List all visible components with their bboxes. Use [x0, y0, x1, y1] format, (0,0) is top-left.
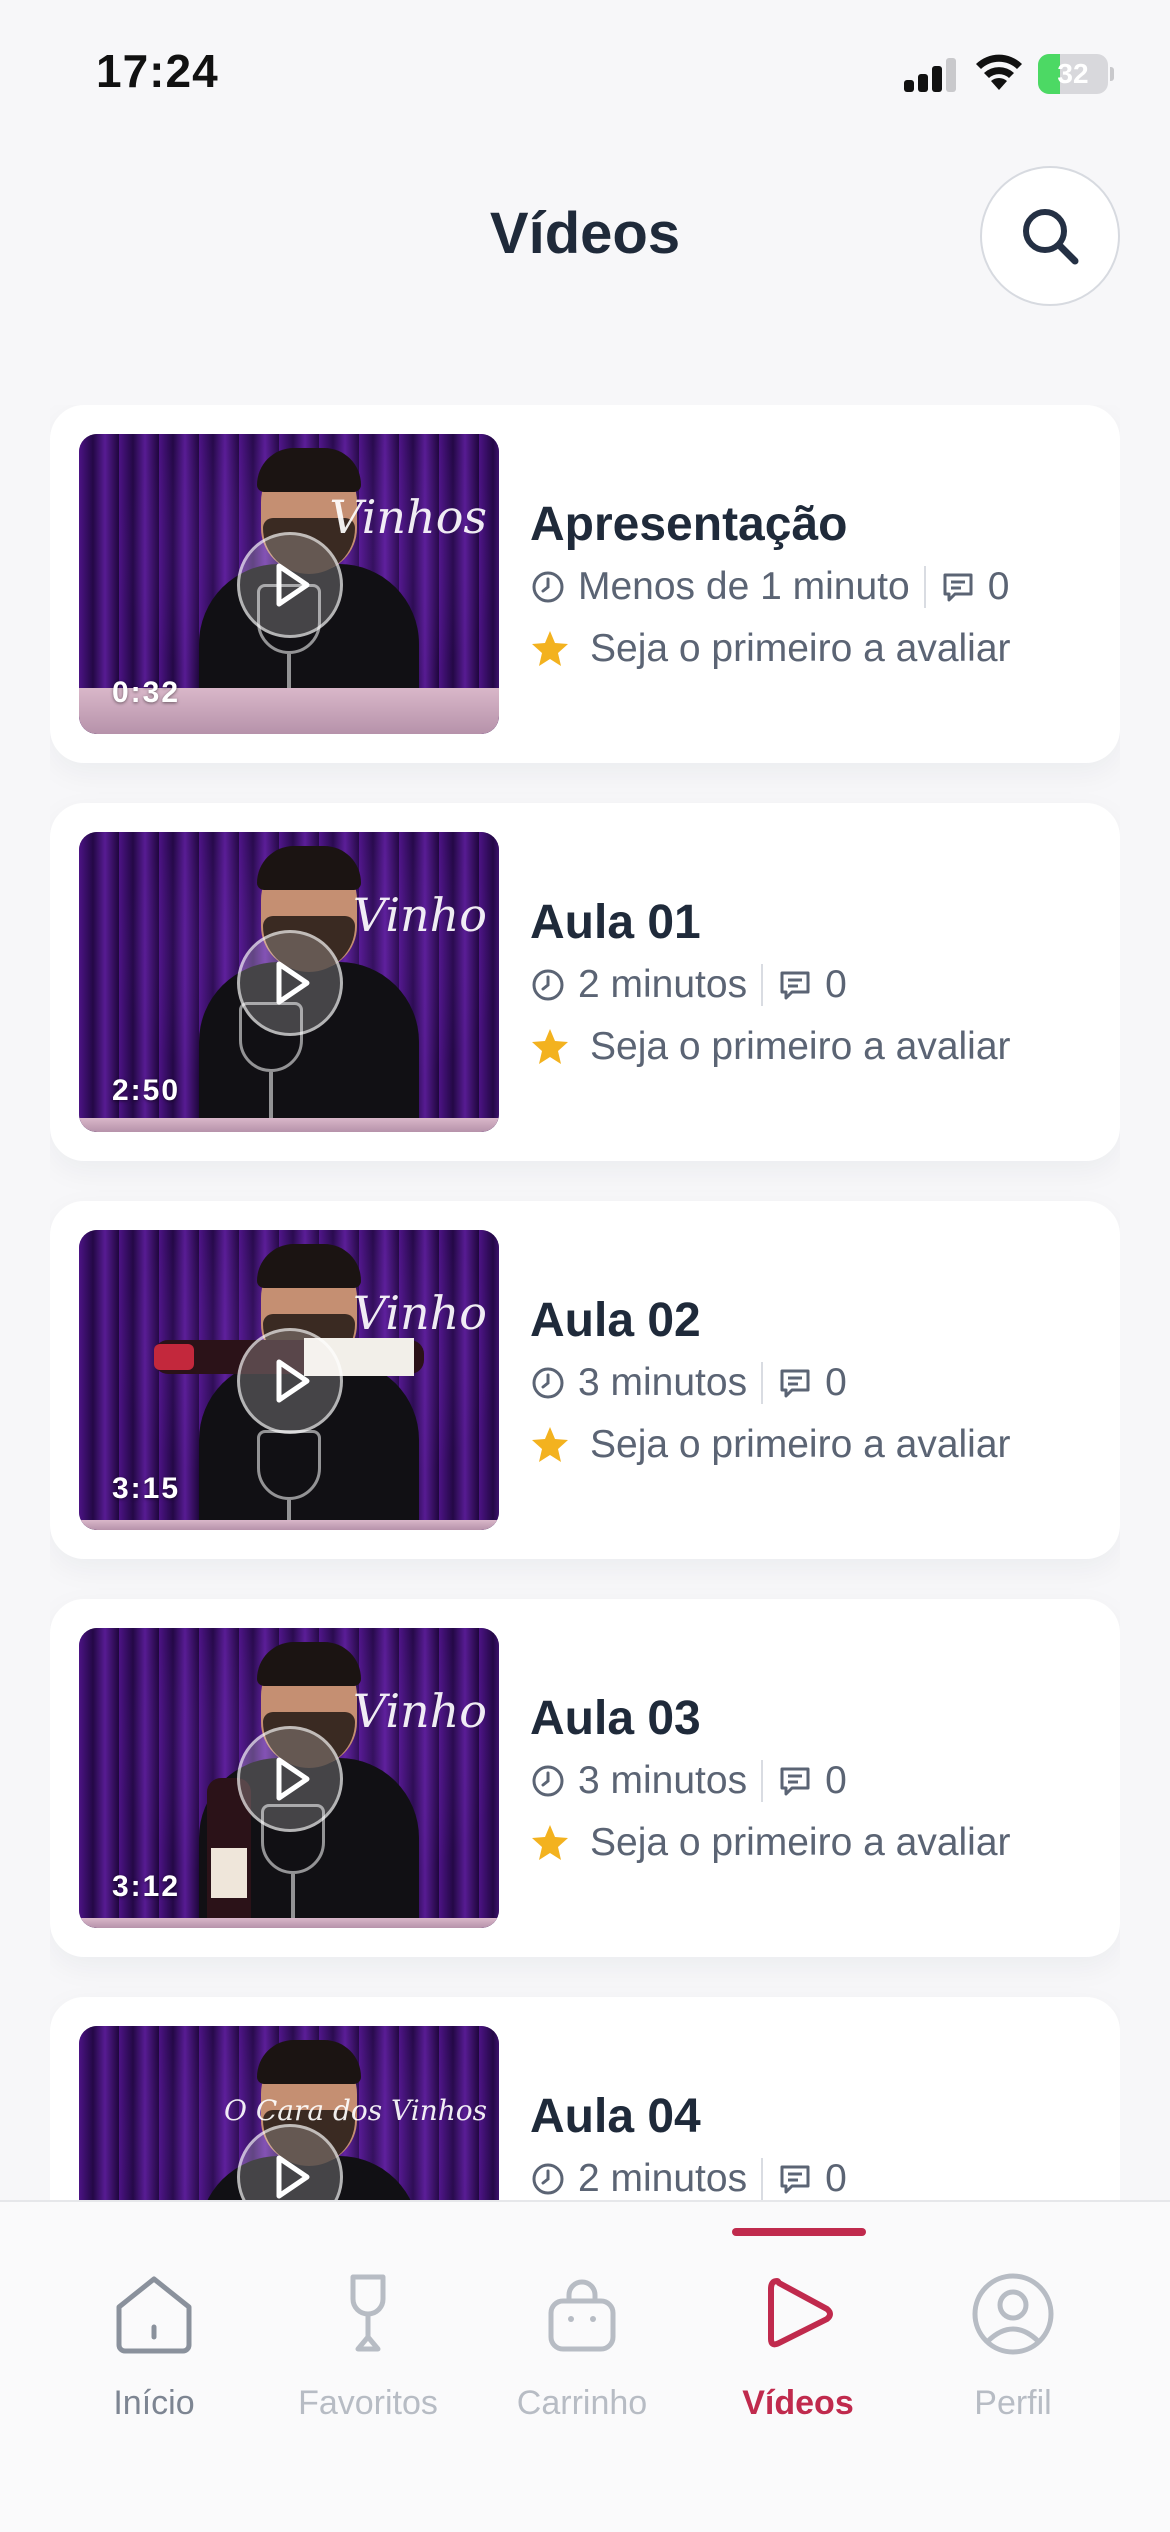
status-time: 17:24 — [96, 45, 219, 97]
play-button[interactable] — [237, 1328, 343, 1434]
clock-icon — [530, 1763, 566, 1799]
battery-icon: 32 — [1038, 54, 1114, 94]
video-thumbnail[interactable]: Vinho 3:12 — [79, 1628, 499, 1928]
play-icon — [750, 2266, 846, 2362]
clock-icon — [530, 1365, 566, 1401]
video-length: 2 minutos — [578, 963, 748, 1006]
comment-icon — [777, 967, 813, 1003]
tab-carrinho[interactable]: Carrinho — [475, 2202, 689, 2442]
rating-text: Seja o primeiro a avaliar — [590, 1821, 1011, 1864]
videos-screen: 17:24 32 Vídeos Vinhos 0:32 Apresentação… — [0, 0, 1170, 2532]
search-icon — [1023, 209, 1079, 265]
comment-icon — [940, 569, 976, 605]
rating-text: Seja o primeiro a avaliar — [590, 1423, 1011, 1466]
tab-inicio[interactable]: Início — [47, 2202, 261, 2442]
play-icon — [276, 1359, 310, 1403]
tab-label: Perfil — [974, 2384, 1052, 2422]
comment-count: 0 — [825, 963, 847, 1006]
star-icon — [532, 1825, 568, 1860]
cellular-signal-icon — [904, 58, 958, 92]
comment-count: 0 — [825, 2157, 847, 2200]
thumbnail-brand: Vinho — [352, 1286, 487, 1340]
rating-row[interactable]: Seja o primeiro a avaliar — [530, 1423, 1011, 1467]
home-icon — [106, 2266, 202, 2362]
comment-icon — [777, 2161, 813, 2197]
play-icon — [276, 563, 310, 607]
video-card[interactable]: Vinho 3:15 Aula 02 3 minutos 0 Seja o pr — [50, 1201, 1120, 1559]
video-title: Aula 02 — [530, 1294, 701, 1347]
video-thumbnail[interactable]: Vinhos 0:32 — [79, 434, 499, 734]
video-duration: 0:32 — [112, 676, 181, 709]
clock-icon — [530, 569, 566, 605]
video-meta: 3 minutos 0 — [530, 1361, 847, 1405]
wine-glass-icon — [320, 2266, 416, 2362]
tab-perfil[interactable]: Perfil — [906, 2202, 1120, 2442]
battery-level: 32 — [1057, 58, 1089, 89]
rating-text: Seja o primeiro a avaliar — [590, 1025, 1011, 1068]
profile-icon — [965, 2266, 1061, 2362]
tab-label: Vídeos — [742, 2384, 854, 2422]
play-button[interactable] — [237, 930, 343, 1036]
tab-favoritos[interactable]: Favoritos — [261, 2202, 475, 2442]
video-title: Aula 03 — [530, 1692, 701, 1745]
comment-icon — [777, 1763, 813, 1799]
thumbnail-brand: Vinho — [352, 888, 487, 942]
status-bar: 17:24 32 — [0, 0, 1170, 150]
comment-count: 0 — [825, 1361, 847, 1404]
video-length: 3 minutos — [578, 1759, 748, 1802]
video-thumbnail[interactable]: Vinho 3:15 — [79, 1230, 499, 1530]
video-card[interactable]: Vinho 3:12 Aula 03 3 minutos 0 Seja o pr — [50, 1599, 1120, 1957]
thumbnail-brand: O Cara dos Vinhos — [224, 2094, 487, 2127]
clock-icon — [530, 2161, 566, 2197]
tab-label: Favoritos — [298, 2384, 438, 2422]
video-meta: 2 minutos 0 — [530, 2157, 847, 2201]
video-meta: Menos de 1 minuto 0 — [530, 565, 1009, 609]
rating-row[interactable]: Seja o primeiro a avaliar — [530, 1821, 1011, 1865]
video-length: 3 minutos — [578, 1361, 748, 1404]
video-length: Menos de 1 minuto — [578, 565, 910, 608]
video-thumbnail[interactable]: Vinho 2:50 — [79, 832, 499, 1132]
rating-text: Seja o primeiro a avaliar — [590, 627, 1011, 670]
video-duration: 3:12 — [112, 1870, 181, 1903]
play-icon — [276, 961, 310, 1005]
comment-count: 0 — [987, 565, 1010, 608]
bag-icon — [534, 2266, 630, 2362]
video-card[interactable]: Vinhos 0:32 Apresentação Menos de 1 minu… — [50, 405, 1120, 763]
video-list: Vinhos 0:32 Apresentação Menos de 1 minu… — [50, 405, 1120, 2205]
video-title: Apresentação — [530, 498, 848, 551]
video-duration: 2:50 — [112, 1074, 181, 1107]
video-meta: 3 minutos 0 — [530, 1759, 847, 1803]
wifi-icon — [976, 54, 1022, 90]
video-length: 2 minutos — [578, 2157, 748, 2200]
video-title: Aula 04 — [530, 2090, 701, 2143]
play-button[interactable] — [237, 532, 343, 638]
star-icon — [532, 631, 568, 666]
rating-row[interactable]: Seja o primeiro a avaliar — [530, 1025, 1011, 1069]
clock-icon — [530, 967, 566, 1003]
video-duration: 3:15 — [112, 1472, 181, 1505]
video-card[interactable]: Vinho 2:50 Aula 01 2 minutos 0 Seja o pr — [50, 803, 1120, 1161]
rating-row[interactable]: Seja o primeiro a avaliar — [530, 627, 1011, 671]
video-title: Aula 01 — [530, 896, 701, 949]
play-icon — [276, 1757, 310, 1801]
star-icon — [532, 1029, 568, 1064]
tab-bar: Início Favoritos Carrinho Vídeos Perfil — [0, 2200, 1170, 2532]
play-button[interactable] — [237, 1726, 343, 1832]
tab-videos[interactable]: Vídeos — [691, 2202, 905, 2442]
comment-count: 0 — [825, 1759, 847, 1802]
comment-icon — [777, 1365, 813, 1401]
thumbnail-brand: Vinhos — [329, 490, 487, 544]
search-button[interactable] — [980, 166, 1120, 306]
play-icon — [276, 2155, 310, 2199]
tab-label: Início — [113, 2384, 195, 2422]
video-meta: 2 minutos 0 — [530, 963, 847, 1007]
thumbnail-brand: Vinho — [352, 1684, 487, 1738]
video-card[interactable]: O Cara dos Vinhos Aula 04 2 minutos 0 — [50, 1997, 1120, 2205]
video-thumbnail[interactable]: O Cara dos Vinhos — [79, 2026, 499, 2205]
tab-label: Carrinho — [516, 2384, 648, 2422]
star-icon — [532, 1427, 568, 1462]
